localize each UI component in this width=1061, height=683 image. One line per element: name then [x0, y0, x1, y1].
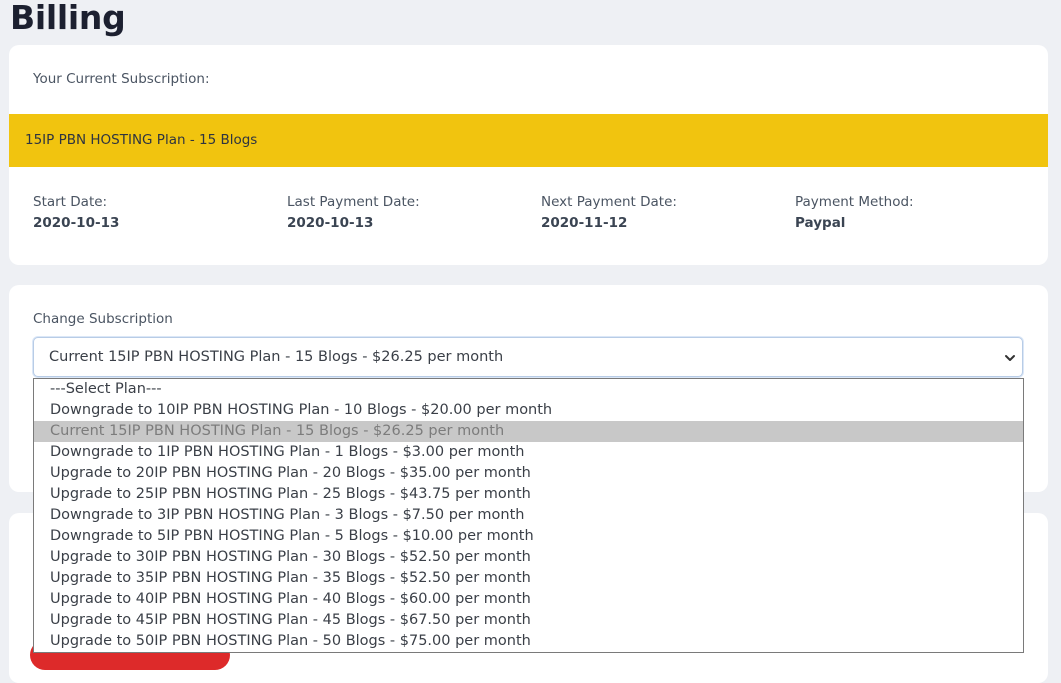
select-option[interactable]: Downgrade to 10IP PBN HOSTING Plan - 10 …: [34, 400, 1023, 421]
start-date-value: 2020-10-13: [33, 215, 120, 231]
current-subscription-label: Your Current Subscription:: [33, 71, 210, 87]
payment-method-label: Payment Method:: [795, 194, 914, 210]
payment-method-block: Payment Method: Paypal: [795, 193, 914, 232]
last-payment-date-label: Last Payment Date:: [287, 194, 420, 210]
select-option[interactable]: Upgrade to 30IP PBN HOSTING Plan - 30 Bl…: [34, 547, 1023, 568]
start-date-label: Start Date:: [33, 194, 108, 210]
last-payment-date-value: 2020-10-13: [287, 215, 374, 231]
next-payment-date-label: Next Payment Date:: [541, 194, 677, 210]
select-option[interactable]: Upgrade to 50IP PBN HOSTING Plan - 50 Bl…: [34, 631, 1023, 652]
current-plan-name: 15IP PBN HOSTING Plan - 15 Blogs: [25, 132, 258, 148]
next-payment-date-value: 2020-11-12: [541, 215, 628, 231]
select-option[interactable]: Upgrade to 25IP PBN HOSTING Plan - 25 Bl…: [34, 484, 1023, 505]
select-option[interactable]: ---Select Plan---: [34, 379, 1023, 400]
current-plan-banner: 15IP PBN HOSTING Plan - 15 Blogs: [9, 114, 1048, 167]
select-option[interactable]: Downgrade to 3IP PBN HOSTING Plan - 3 Bl…: [34, 505, 1023, 526]
select-option[interactable]: Upgrade to 45IP PBN HOSTING Plan - 45 Bl…: [34, 610, 1023, 631]
next-payment-date-block: Next Payment Date: 2020-11-12: [541, 193, 677, 232]
subscription-select[interactable]: Current 15IP PBN HOSTING Plan - 15 Blogs…: [33, 337, 1023, 377]
select-option[interactable]: Downgrade to 5IP PBN HOSTING Plan - 5 Bl…: [34, 526, 1023, 547]
subscription-select-value: Current 15IP PBN HOSTING Plan - 15 Blogs…: [49, 349, 504, 365]
chevron-down-icon: [1005, 355, 1015, 361]
change-subscription-label: Change Subscription: [33, 311, 173, 327]
select-option[interactable]: Upgrade to 20IP PBN HOSTING Plan - 20 Bl…: [34, 463, 1023, 484]
select-option[interactable]: Upgrade to 40IP PBN HOSTING Plan - 40 Bl…: [34, 589, 1023, 610]
subscription-options-list: ---Select Plan--- Downgrade to 10IP PBN …: [33, 378, 1024, 653]
page-title: Billing: [10, 0, 126, 37]
payment-method-value: Paypal: [795, 215, 846, 231]
current-subscription-card: Your Current Subscription: 15IP PBN HOST…: [9, 45, 1048, 265]
last-payment-date-block: Last Payment Date: 2020-10-13: [287, 193, 420, 232]
select-option[interactable]: Downgrade to 1IP PBN HOSTING Plan - 1 Bl…: [34, 442, 1023, 463]
select-option[interactable]: Upgrade to 35IP PBN HOSTING Plan - 35 Bl…: [34, 568, 1023, 589]
start-date-block: Start Date: 2020-10-13: [33, 193, 119, 232]
select-option-selected[interactable]: Current 15IP PBN HOSTING Plan - 15 Blogs…: [34, 421, 1023, 442]
